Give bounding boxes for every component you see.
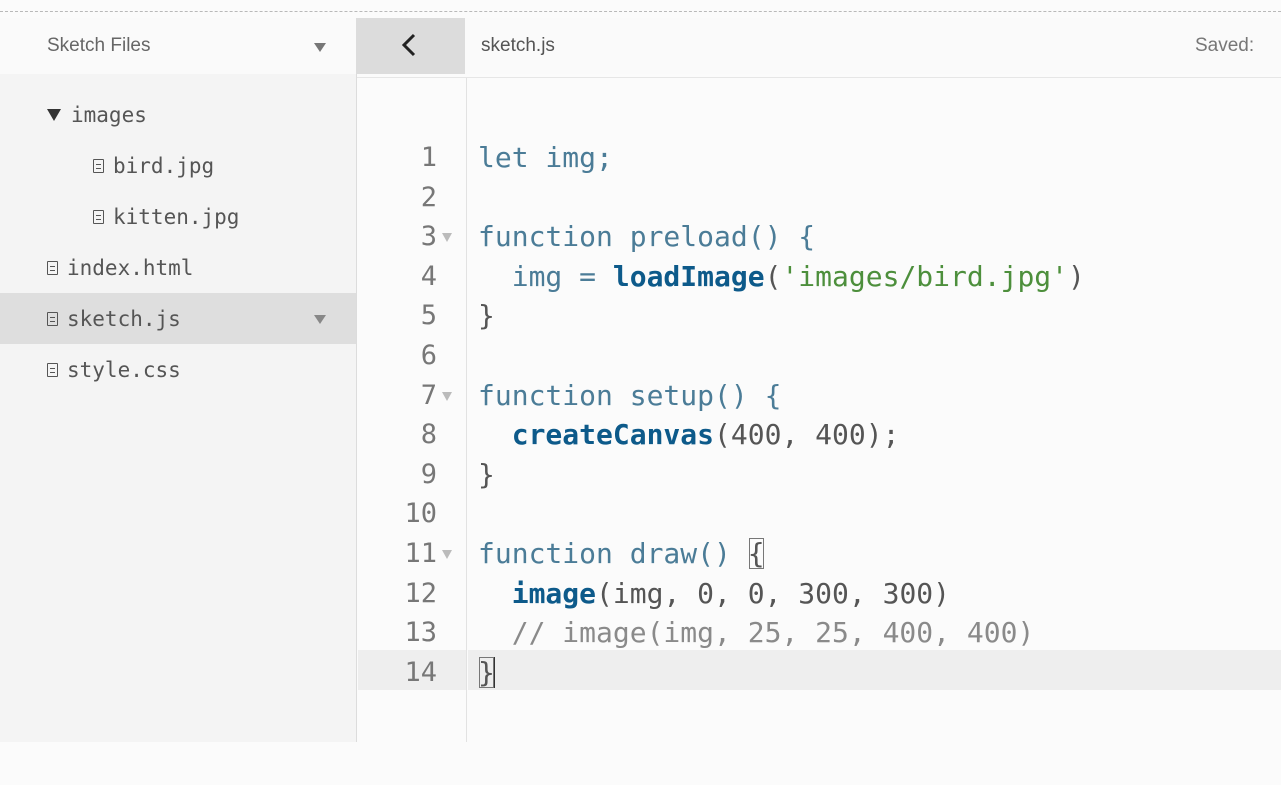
code-function: image <box>511 576 597 610</box>
code-text: preload() { <box>612 220 816 254</box>
code-text: (img, 0, 0, 300, 300) <box>596 576 951 610</box>
code-text: (400, 400); <box>714 418 900 452</box>
code-line: 7 function setup() { <box>358 376 1281 416</box>
folder-expanded-icon[interactable] <box>47 108 61 121</box>
code-text: draw() <box>612 536 748 570</box>
fold-icon[interactable] <box>442 549 452 559</box>
tree-item-label: sketch.js <box>67 306 181 331</box>
code-string: 'images/bird.jpg' <box>781 259 1069 293</box>
sidebar-menu-chevron-icon[interactable] <box>314 43 326 52</box>
code-text: img; <box>528 141 613 174</box>
code-keyword: function <box>478 536 613 570</box>
code-keyword: let <box>478 141 529 174</box>
fold-icon[interactable] <box>442 391 452 401</box>
sidebar-header: Sketch Files <box>0 18 356 74</box>
line-number: 9 <box>420 458 437 490</box>
line-number: 14 <box>404 656 437 688</box>
code-editor[interactable]: 1 let img; 2 3 function preload() { 4 im… <box>358 138 1281 692</box>
tree-file-style[interactable]: style.css <box>0 344 356 395</box>
chevron-left-icon <box>401 33 416 57</box>
tree-item-label: kitten.jpg <box>113 204 240 229</box>
code-line: 1 let img; <box>358 138 1281 178</box>
line-number: 6 <box>420 339 437 371</box>
collapse-sidebar-button[interactable] <box>357 18 465 74</box>
sidebar-title: Sketch Files <box>47 35 151 56</box>
matching-brace: { <box>747 536 765 570</box>
code-keyword: function <box>478 378 613 412</box>
tree-folder-images[interactable]: images <box>0 89 356 140</box>
file-icon <box>47 362 58 377</box>
file-icon <box>93 209 104 224</box>
code-function: createCanvas <box>511 418 715 452</box>
tree-item-label: bird.jpg <box>113 153 215 178</box>
line-number: 10 <box>404 498 437 530</box>
file-icon <box>93 158 104 173</box>
line-number: 1 <box>420 142 437 173</box>
save-status: Saved: <box>1195 35 1255 56</box>
code-line: 10 <box>358 494 1281 534</box>
code-text: } <box>478 299 495 333</box>
text-cursor <box>492 656 495 688</box>
tree-file-index[interactable]: index.html <box>0 242 356 293</box>
line-number: 3 <box>420 221 437 253</box>
code-line: 11 function draw() { <box>358 534 1281 574</box>
file-tree: images bird.jpg kitten.jpg index.html sk… <box>0 89 356 395</box>
file-options-chevron-icon[interactable] <box>314 315 326 324</box>
file-icon <box>47 311 58 326</box>
line-number: 7 <box>420 379 437 411</box>
tree-file-bird[interactable]: bird.jpg <box>0 140 356 191</box>
code-function: loadImage <box>612 259 765 293</box>
code-line: 3 function preload() { <box>358 217 1281 257</box>
editor-header: sketch.js Saved: <box>357 18 1281 74</box>
line-number: 12 <box>404 577 437 609</box>
code-line: 8 createCanvas(400, 400); <box>358 415 1281 455</box>
tree-file-kitten[interactable]: kitten.jpg <box>0 191 356 242</box>
code-text: } <box>478 457 495 491</box>
code-line-active: 14 } <box>358 653 1281 693</box>
code-text: ( <box>764 259 782 293</box>
line-number: 13 <box>404 617 437 649</box>
code-keyword: function <box>478 220 613 254</box>
line-number: 2 <box>420 181 437 213</box>
line-number: 4 <box>420 260 437 292</box>
top-dashed-border <box>0 11 1281 12</box>
tree-item-label: images <box>71 102 147 127</box>
code-line: 5 } <box>358 296 1281 336</box>
code-text: setup() { <box>612 378 782 412</box>
line-number: 5 <box>420 300 437 332</box>
code-comment: // image(img, 25, 25, 400, 400) <box>478 616 1035 650</box>
tree-file-sketch[interactable]: sketch.js <box>0 293 356 344</box>
code-line: 4 img = loadImage('images/bird.jpg') <box>358 257 1281 297</box>
file-icon <box>47 260 58 275</box>
sketch-files-sidebar: Sketch Files images bird.jpg kitten.jpg … <box>0 18 357 742</box>
code-text: ) <box>1068 259 1085 293</box>
line-number: 11 <box>404 537 437 569</box>
fold-icon[interactable] <box>442 233 452 243</box>
code-text: img = <box>478 259 613 293</box>
code-line: 2 <box>358 178 1281 218</box>
line-number: 8 <box>420 419 437 451</box>
tree-item-label: index.html <box>67 255 194 280</box>
file-name-tab[interactable]: sketch.js <box>481 35 555 57</box>
code-line: 6 <box>358 336 1281 376</box>
code-line: 13 // image(img, 25, 25, 400, 400) <box>358 613 1281 653</box>
tree-item-label: style.css <box>67 357 181 382</box>
code-line: 9 } <box>358 455 1281 495</box>
code-line: 12 image(img, 0, 0, 300, 300) <box>358 574 1281 614</box>
header-divider <box>357 77 1281 78</box>
